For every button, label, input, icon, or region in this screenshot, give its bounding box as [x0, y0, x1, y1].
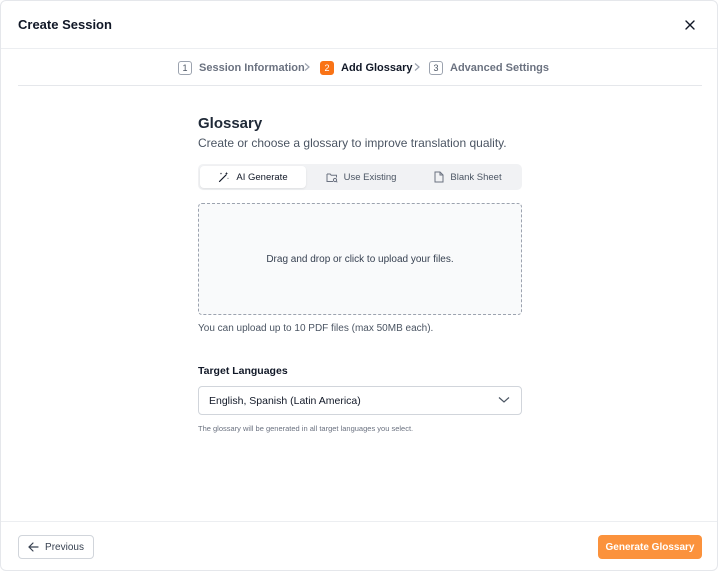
tab-label: AI Generate: [236, 171, 288, 183]
create-session-dialog: Create Session 1 Session Information 2 A…: [0, 0, 718, 571]
previous-label: Previous: [45, 541, 84, 553]
step-number: 1: [178, 60, 192, 75]
chevron-right-icon: [304, 63, 310, 71]
dialog-footer: Previous Generate Glossary: [1, 521, 717, 571]
target-languages-select[interactable]: English, Spanish (Latin America): [198, 386, 522, 415]
magic-wand-icon: [219, 171, 230, 183]
stepper: 1 Session Information 2 Add Glossary 3 A…: [18, 50, 702, 86]
chevron-down-icon: [498, 397, 510, 403]
step-label: Advanced Settings: [450, 61, 550, 74]
step-advanced-settings[interactable]: 3 Advanced Settings: [429, 60, 549, 75]
dialog-header: Create Session: [1, 1, 717, 49]
tab-ai-generate[interactable]: AI Generate: [200, 166, 306, 188]
generate-glossary-button[interactable]: Generate Glossary: [598, 535, 702, 559]
target-languages-label: Target Languages: [198, 365, 288, 377]
tab-use-existing[interactable]: Use Existing: [308, 166, 414, 188]
step-label: Add Glossary: [341, 61, 413, 74]
glossary-title: Glossary: [198, 115, 263, 132]
folder-search-icon: [326, 173, 338, 183]
select-value: English, Spanish (Latin America): [209, 394, 361, 407]
glossary-subtitle: Create or choose a glossary to improve t…: [198, 136, 507, 150]
file-icon: [434, 171, 444, 183]
glossary-source-tabs: AI Generate Use Existing Blank Sheet: [198, 164, 522, 190]
step-number: 3: [429, 60, 443, 75]
step-number: 2: [320, 60, 334, 75]
step-session-information[interactable]: 1 Session Information: [178, 60, 305, 75]
step-add-glossary[interactable]: 2 Add Glossary: [320, 60, 413, 75]
target-languages-help: The glossary will be generated in all ta…: [198, 424, 414, 433]
tab-label: Use Existing: [343, 171, 397, 183]
arrow-left-icon: [28, 542, 39, 552]
close-button[interactable]: [681, 16, 699, 34]
tab-blank-sheet[interactable]: Blank Sheet: [416, 166, 520, 188]
upload-hint: You can upload up to 10 PDF files (max 5…: [198, 323, 434, 334]
tab-label: Blank Sheet: [450, 171, 502, 183]
chevron-right-icon: [414, 63, 420, 71]
dropzone-text: Drag and drop or click to upload your fi…: [266, 253, 454, 265]
close-icon: [685, 20, 695, 30]
step-label: Session Information: [199, 61, 305, 74]
file-dropzone[interactable]: Drag and drop or click to upload your fi…: [198, 203, 522, 315]
generate-glossary-label: Generate Glossary: [605, 541, 695, 553]
dialog-title: Create Session: [18, 17, 112, 32]
previous-button[interactable]: Previous: [18, 535, 94, 559]
